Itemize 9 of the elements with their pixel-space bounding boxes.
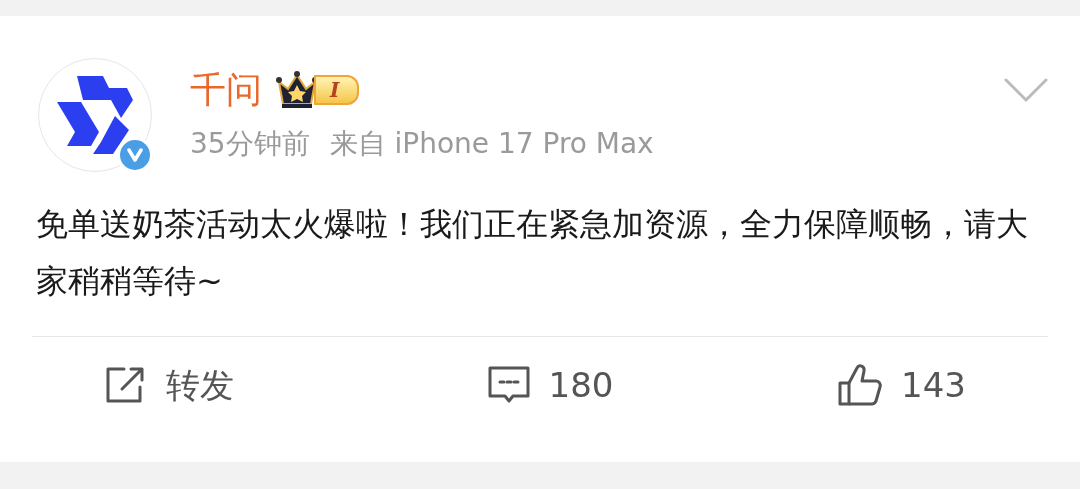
comment-icon <box>486 365 531 405</box>
comment-button[interactable]: 180 <box>486 355 614 415</box>
post-source: 来自 iPhone 17 Pro Max <box>329 130 654 158</box>
like-button[interactable]: 143 <box>837 355 966 415</box>
repost-button[interactable]: 转发 <box>104 355 234 415</box>
post-time: 35分钟前 <box>190 130 310 158</box>
level-badge: I <box>276 70 360 110</box>
post-text: 免单送奶茶活动太火爆啦！我们正在紧急加资源，全力保障顺畅，请大家稍稍等待~ <box>35 204 1029 302</box>
thumbs-up-icon <box>837 363 884 407</box>
